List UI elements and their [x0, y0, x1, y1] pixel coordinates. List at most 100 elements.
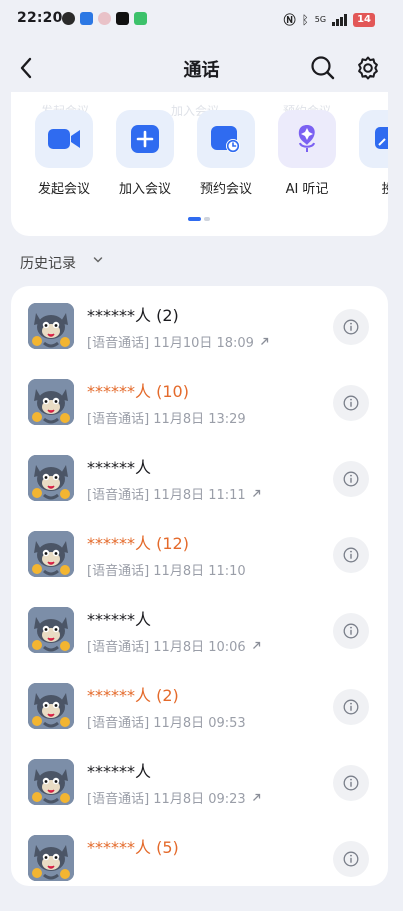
call-title: ******人: [87, 610, 152, 629]
app-avatar-icon: [98, 12, 111, 25]
bluetooth-app-icon: [80, 12, 93, 25]
call-history-item[interactable]: ******人 (5): [11, 835, 388, 911]
info-icon: [343, 395, 359, 411]
call-info-button[interactable]: [333, 537, 369, 573]
calendar-clock-icon: [211, 126, 240, 153]
call-history-item[interactable]: ******人 [语音通话] 11月8日 10:06: [11, 607, 388, 683]
call-subtitle: [语音通话] 11月8日 11:10: [87, 560, 246, 579]
battery-level: 14: [353, 12, 375, 27]
call-time-text: [语音通话] 11月8日 13:29: [87, 412, 246, 427]
call-title: ******人: [87, 762, 152, 781]
outgoing-call-icon: [261, 337, 269, 345]
avatar: [28, 379, 74, 425]
cat-avatar-icon: [28, 607, 74, 653]
status-indicators: Ⓝ ᛒ 5G 14: [284, 11, 375, 28]
avatar: [28, 455, 74, 501]
screen-cast-icon: [375, 127, 388, 149]
info-icon: [343, 623, 359, 639]
call-subtitle: [语音通话] 11月8日 09:53: [87, 712, 246, 731]
call-info-button[interactable]: [333, 461, 369, 497]
start-meeting-button[interactable]: 发起会议: [27, 110, 101, 197]
info-icon: [343, 775, 359, 791]
join-meeting-button[interactable]: 加入会议: [108, 110, 182, 197]
app-green-icon: [134, 12, 147, 25]
call-time-text: [语音通话] 11月10日 18:09: [87, 336, 254, 351]
avatar: [28, 531, 74, 577]
cat-avatar-icon: [28, 531, 74, 577]
status-bar: 22:20 Ⓝ ᛒ 5G 14: [0, 0, 403, 38]
call-history-list: ******人 (2) [语音通话] 11月10日 18:09 ******人 …: [11, 286, 388, 886]
call-time-text: [语音通话] 11月8日 10:06: [87, 640, 246, 655]
info-icon: [343, 319, 359, 335]
call-title: ******人 (2): [87, 686, 179, 705]
call-history-item[interactable]: ******人 (12) [语音通话] 11月8日 11:10: [11, 531, 388, 607]
avatar: [28, 303, 74, 349]
header: 通话: [0, 46, 403, 90]
call-info-button[interactable]: [333, 689, 369, 725]
signal-icon: [332, 13, 348, 26]
call-history-item[interactable]: ******人 (2) [语音通话] 11月10日 18:09: [11, 303, 388, 379]
tiktok-icon: [116, 12, 129, 25]
page-dot-active: [188, 217, 201, 221]
outgoing-call-icon: [252, 489, 260, 497]
call-title: ******人: [87, 458, 152, 477]
avatar: [28, 835, 74, 881]
cat-avatar-icon: [28, 683, 74, 729]
call-time-text: [语音通话] 11月8日 11:10: [87, 564, 246, 579]
quick-action-label: 发起会议: [37, 182, 90, 197]
chevron-down-icon[interactable]: [93, 255, 103, 265]
cat-avatar-icon: [28, 759, 74, 805]
quick-action-label: AI 听记: [285, 182, 329, 197]
quick-action-label: 预约会议: [199, 182, 252, 197]
cat-avatar-icon: [28, 379, 74, 425]
call-title: ******人 (5): [87, 838, 179, 857]
search-button[interactable]: [309, 54, 337, 82]
call-time-text: [语音通话] 11月8日 09:53: [87, 716, 246, 731]
call-info-button[interactable]: [333, 765, 369, 801]
nfc-icon: Ⓝ: [283, 13, 296, 27]
call-subtitle: [语音通话] 11月8日 13:29: [87, 408, 246, 427]
search-icon: [311, 56, 335, 80]
call-subtitle: [语音通话] 11月8日 11:11: [87, 484, 261, 503]
schedule-meeting-button[interactable]: 预约会议: [189, 110, 263, 197]
call-time-text: [语音通话] 11月8日 09:23: [87, 792, 246, 807]
avatar: [28, 607, 74, 653]
page-dot: [204, 217, 210, 221]
call-history-item[interactable]: ******人 (10) [语音通话] 11月8日 13:29: [11, 379, 388, 455]
info-icon: [343, 851, 359, 867]
avatar: [28, 759, 74, 805]
cat-avatar-icon: [28, 303, 74, 349]
info-icon: [343, 547, 359, 563]
avatar: [28, 683, 74, 729]
call-history-item[interactable]: ******人 [语音通话] 11月8日 11:11: [11, 455, 388, 531]
page-title: 通话: [183, 60, 220, 81]
cat-avatar-icon: [28, 835, 74, 881]
call-subtitle: [语音通话] 11月8日 09:23: [87, 788, 261, 807]
ai-mic-icon: [298, 125, 315, 152]
bluetooth-icon: ᛒ: [301, 12, 309, 27]
outgoing-call-icon: [252, 641, 260, 649]
info-icon: [343, 471, 359, 487]
call-subtitle: [语音通话] 11月8日 10:06: [87, 636, 261, 655]
network-type: 5G: [314, 15, 327, 24]
call-time-text: [语音通话] 11月8日 11:11: [87, 488, 246, 503]
call-title: ******人 (2): [87, 306, 179, 325]
settings-button[interactable]: [354, 54, 382, 82]
call-info-button[interactable]: [333, 385, 369, 421]
status-time: 22:20: [17, 10, 63, 26]
gear-icon: [358, 56, 378, 80]
wechat-icon: [62, 12, 75, 25]
call-history-item[interactable]: ******人 [语音通话] 11月8日 09:23: [11, 759, 388, 835]
call-history-item[interactable]: ******人 (2) [语音通话] 11月8日 09:53: [11, 683, 388, 759]
call-title: ******人 (10): [87, 382, 189, 401]
call-info-button[interactable]: [333, 841, 369, 877]
history-filter-label[interactable]: 历史记录: [20, 253, 76, 273]
info-icon: [343, 699, 359, 715]
video-camera-icon: [48, 129, 80, 149]
screen-cast-button[interactable]: 投: [351, 110, 388, 197]
call-info-button[interactable]: [333, 613, 369, 649]
ai-notes-button[interactable]: AI 听记: [270, 110, 344, 197]
page-indicator: [188, 217, 210, 221]
call-info-button[interactable]: [333, 309, 369, 345]
quick-actions-card: 发起会议 加入会议 预约会议 发起会议 加入会议 预约会议 AI 听记 投: [11, 92, 388, 236]
